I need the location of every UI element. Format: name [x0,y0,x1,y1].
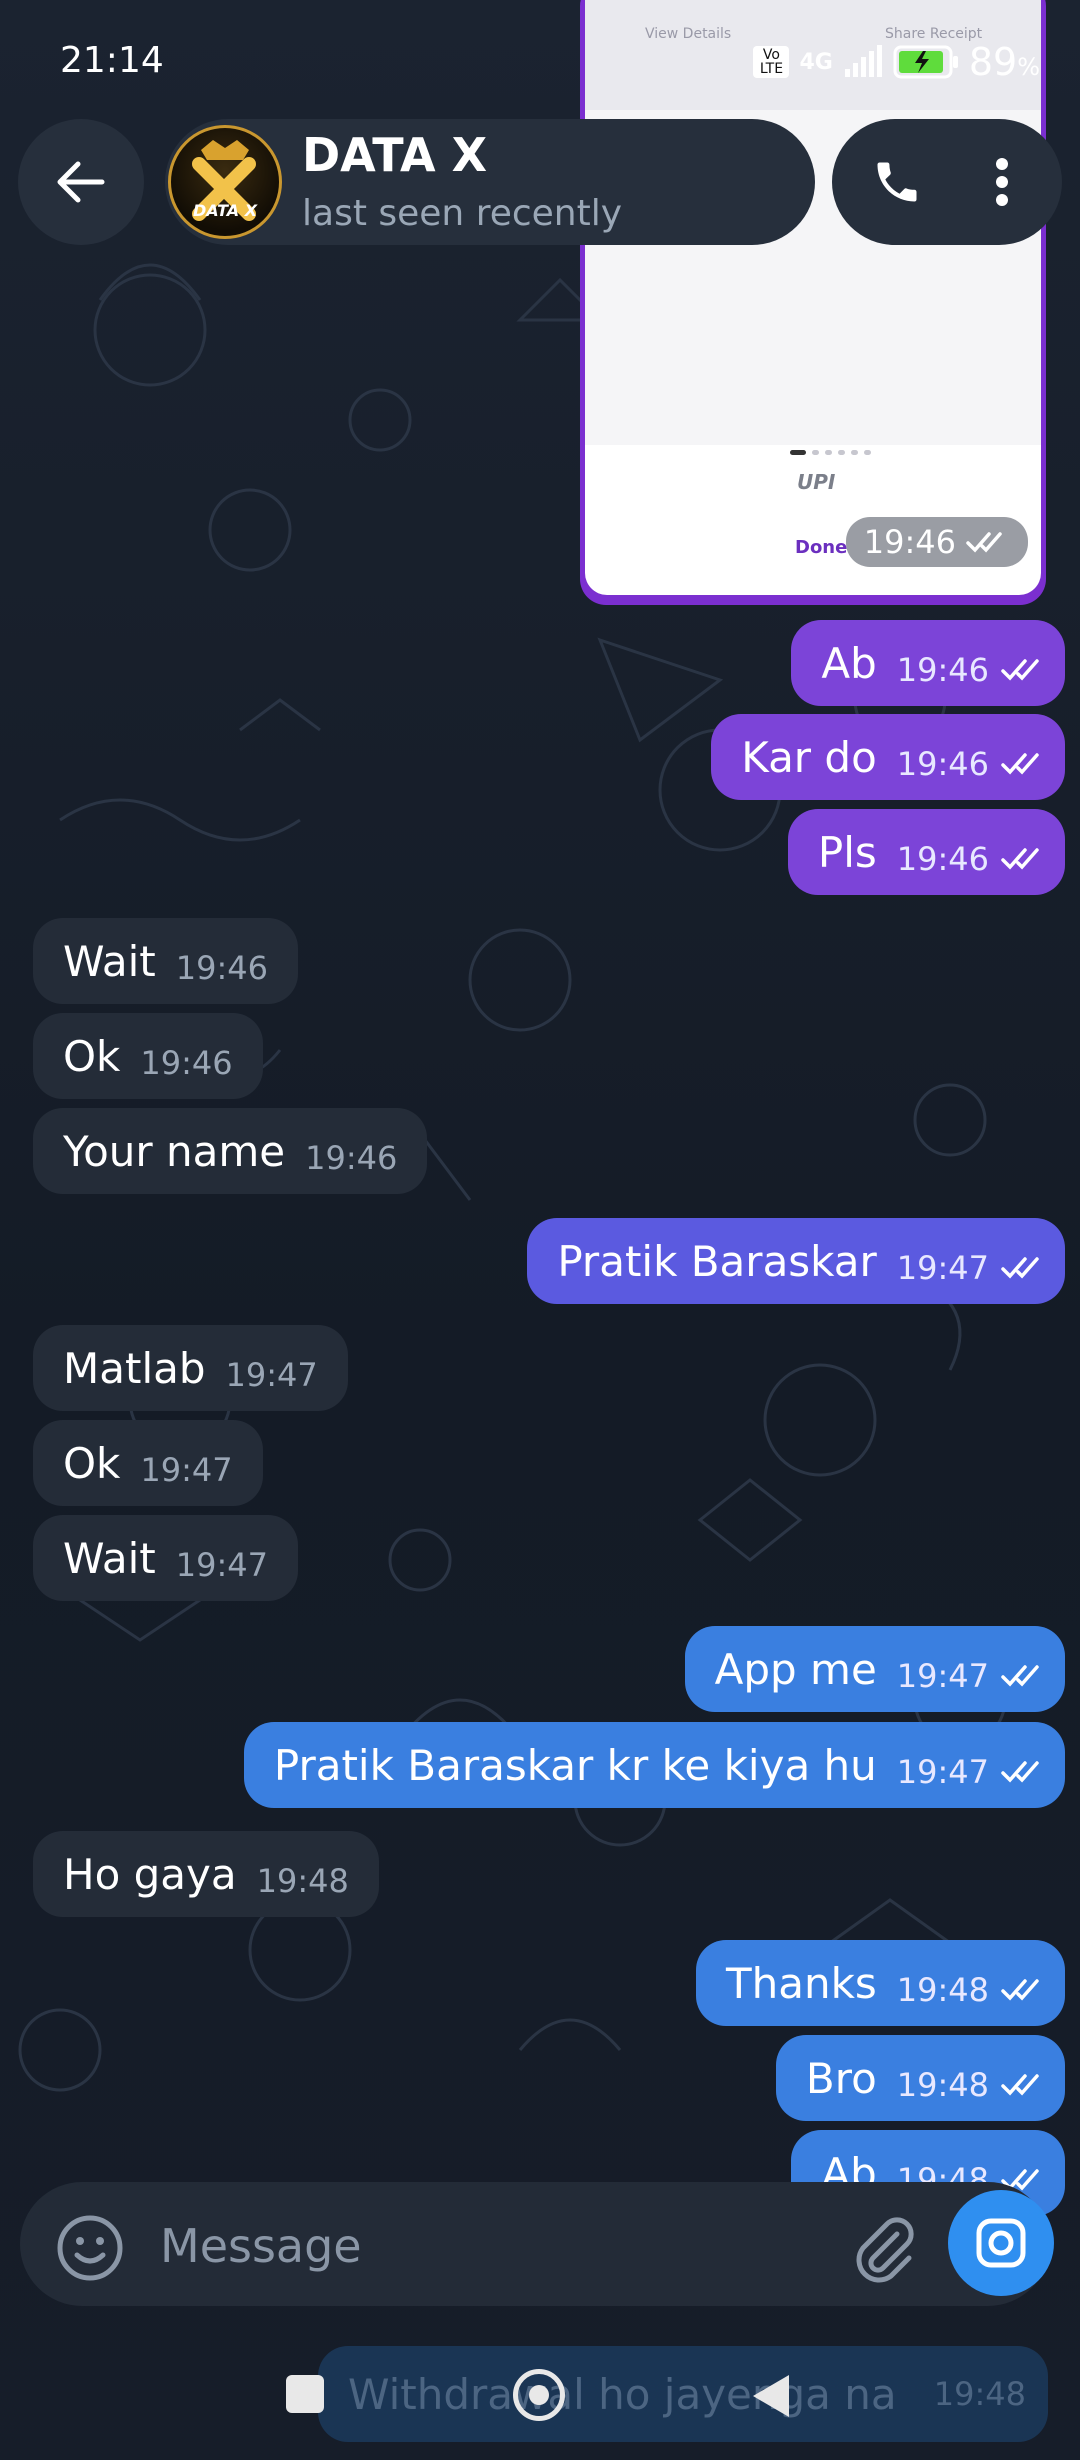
message-outgoing[interactable]: Kar do 19:46 [711,714,1065,800]
double-check-icon [1001,1761,1039,1783]
message-time: 19:48 [256,1862,349,1900]
message-time: 19:47 [896,1657,989,1695]
message-time: 19:47 [896,1249,989,1287]
camera-icon [976,2218,1026,2268]
battery-icon [893,45,958,79]
message-text: Ab [821,638,877,688]
message-text: Thanks [725,1958,877,2008]
message-outgoing[interactable]: Ab 19:46 [791,620,1065,706]
message-outgoing[interactable]: Pratik Baraskar 19:47 [527,1218,1065,1304]
message-incoming[interactable]: Wait 19:47 [33,1515,298,1601]
message-outgoing[interactable]: Bro 19:48 [775,2035,1065,2121]
shared-screenshot[interactable]: View Details Share Receipt UPI Done 19:4… [580,0,1046,605]
message-time: 19:46 [305,1139,398,1177]
chat-title: DATA X [302,128,488,182]
message-time: 19:47 [896,1753,989,1791]
message-incoming[interactable]: Ok 19:47 [33,1420,263,1506]
double-check-icon [1001,659,1039,681]
recents-button[interactable] [286,2375,324,2413]
message-input[interactable] [158,2205,802,2287]
attach-button[interactable] [845,2210,921,2286]
network-type: 4G [799,49,833,75]
message-text: Ok [63,1031,121,1081]
message-time: 19:47 [140,1451,233,1489]
upi-logo: UPI [797,470,836,494]
emoji-icon [57,2215,123,2281]
screenshot-timestamp: 19:46 [845,517,1028,567]
double-check-icon [1001,1979,1039,2001]
message-outgoing[interactable]: Pls 19:46 [787,809,1065,895]
message-time: 19:46 [896,745,989,783]
status-time: 21:14 [60,40,164,81]
message-text: Pratik Baraskar kr ke kiya hu [273,1740,877,1790]
home-button[interactable] [513,2369,565,2421]
screenshot-done: Done [795,537,848,558]
message-outgoing[interactable]: Pratik Baraskar kr ke kiya hu 19:47 [243,1722,1065,1808]
back-button[interactable] [18,119,144,245]
message-text: Kar do [741,732,877,782]
message-outgoing-hidden: Withdrawal ho jayenga na 19:48 [318,2346,1048,2442]
message-incoming[interactable]: Ho gaya 19:48 [33,1831,379,1917]
message-time: 19:48 [896,1971,989,2009]
page-indicator [790,450,871,455]
timestamp: 19:46 [863,523,956,561]
screenshot-view-details: View Details [645,26,732,42]
double-check-icon [966,532,1002,553]
avatar[interactable]: DATA X [168,125,282,239]
phone-icon [877,162,917,202]
svg-text:DATA X: DATA X [193,201,258,220]
status-icons: Vo LTE 4G 89% [753,40,1040,84]
message-text: Your name [63,1126,286,1176]
message-time: 19:46 [896,651,989,689]
message-text: Withdrawal ho jayenga na [348,2369,897,2419]
message-outgoing[interactable]: App me 19:47 [684,1626,1065,1712]
double-check-icon [1001,1257,1039,1279]
chat-status: last seen recently [302,193,623,234]
double-check-icon [1001,753,1039,775]
message-outgoing[interactable]: Thanks 19:48 [695,1940,1065,2026]
message-time: 19:46 [140,1044,233,1082]
message-time: 19:48 [933,2375,1026,2413]
message-time: 19:46 [896,840,989,878]
volte-icon: Vo LTE [753,46,790,78]
signal-icon [844,45,882,77]
paperclip-icon [856,2217,914,2283]
message-text: Bro [805,2053,877,2103]
message-text: Pratik Baraskar [557,1236,877,1286]
more-options-button[interactable] [962,140,1042,224]
message-incoming[interactable]: Your name 19:46 [33,1108,428,1194]
double-check-icon [1001,2074,1039,2096]
double-check-icon [1001,1665,1039,1687]
call-button[interactable] [855,140,939,224]
nav-back-button[interactable] [753,2375,789,2417]
message-time: 19:48 [896,2066,989,2104]
message-text: Ho gaya [63,1849,237,1899]
message-time: 19:46 [175,949,268,987]
message-incoming[interactable]: Wait 19:46 [33,918,298,1004]
message-incoming[interactable]: Ok 19:46 [33,1013,263,1099]
screenshot-content: View Details Share Receipt UPI Done [585,0,1041,595]
message-time: 19:47 [225,1356,318,1394]
message-time: 19:47 [175,1546,268,1584]
message-text: Wait [63,936,156,986]
message-text: App me [714,1644,877,1694]
message-text: Ok [63,1438,121,1488]
message-text: Wait [63,1533,156,1583]
camera-button[interactable] [948,2190,1054,2296]
battery-percent: 89% [969,40,1040,84]
battery-unit: % [1017,53,1040,81]
double-check-icon [1001,848,1039,870]
battery-value: 89 [968,40,1018,84]
chat-area[interactable]: View Details Share Receipt UPI Done 19:4… [0,0,1080,2216]
arrow-left-icon [57,161,105,203]
more-vertical-icon [996,158,1008,206]
emoji-button[interactable] [55,2213,125,2283]
message-text: Pls [817,827,877,877]
message-text: Matlab [63,1343,206,1393]
datax-logo-icon: DATA X [192,140,258,221]
message-incoming[interactable]: Matlab 19:47 [33,1325,348,1411]
